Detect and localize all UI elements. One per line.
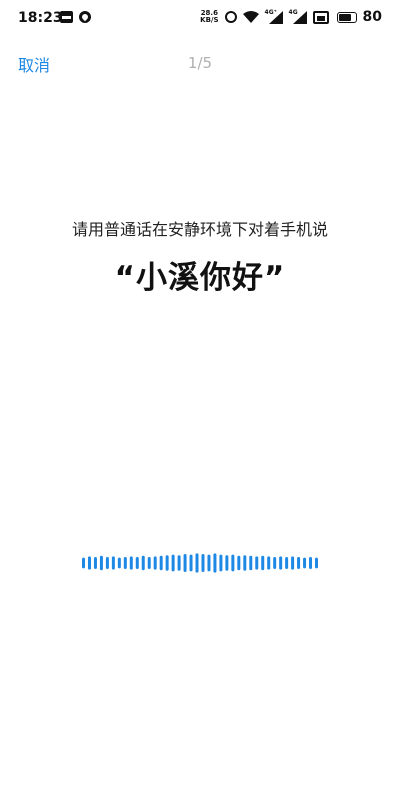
battery-icon: [336, 11, 357, 23]
waveform-bar: [147, 557, 151, 569]
battery-level: 80: [362, 9, 382, 25]
status-time: 18:23: [18, 10, 63, 26]
waveform-bar: [237, 555, 241, 571]
waveform-bar: [105, 557, 109, 569]
waveform-bar: [225, 555, 229, 571]
hd-icon: [312, 10, 329, 24]
waveform-bar: [243, 555, 247, 571]
waveform-bar: [82, 557, 85, 569]
waveform-bar: [171, 554, 175, 572]
wifi-icon: [242, 11, 259, 23]
waveform-bar: [99, 555, 103, 571]
waveform-bar: [117, 557, 121, 569]
waveform-bar: [123, 557, 127, 569]
wake-phrase: “小溪你好”: [114, 260, 286, 296]
waveform-bar: [153, 556, 157, 570]
net-speed: 28.6 KB/S: [200, 10, 218, 24]
waveform-bar: [261, 555, 265, 571]
waveform-bar: [279, 556, 283, 570]
signal-icon: 4G⁺: [264, 9, 283, 24]
waveform-bar: [165, 555, 169, 571]
waveform-bar: [159, 555, 163, 571]
waveform-bar: [219, 554, 223, 572]
signal-tag: 4G: [288, 9, 298, 16]
alarm-icon: [224, 11, 237, 23]
waveform-bar: [231, 554, 235, 572]
waveform-bar: [111, 556, 115, 570]
waveform-bar: [303, 557, 307, 569]
net-speed-unit: KB/S: [200, 16, 219, 24]
waveform-bar: [315, 557, 318, 569]
waveform-svg: [82, 553, 318, 573]
waveform-bar: [273, 557, 277, 569]
waveform-bar: [267, 556, 271, 570]
signal-icon: 4G: [288, 9, 307, 24]
battery-fill: [338, 13, 351, 21]
waveform-bar: [291, 556, 295, 570]
waveform-bar: [309, 557, 313, 569]
waveform-bar: [255, 556, 259, 570]
drop-icon: [79, 11, 91, 23]
waveform-bar: [87, 556, 91, 570]
status-bar: 18:23 28.6 KB/S 4G⁺ 4G 80: [0, 0, 400, 36]
step-indicator: 1/5: [187, 54, 213, 72]
waveform-bar: [207, 554, 211, 572]
waveform-bar: [249, 555, 253, 571]
signal-tag: 4G⁺: [264, 9, 277, 16]
instruction-text: 请用普通话在安静环境下对着手机说: [71, 220, 328, 239]
waveform-bar: [213, 553, 217, 573]
waveform-bar: [141, 555, 145, 571]
waveform-bar: [135, 557, 139, 569]
waveform-bar: [93, 557, 97, 569]
waveform-bar: [129, 556, 133, 570]
waveform-bar: [285, 557, 289, 569]
voice-waveform: [82, 551, 318, 575]
waveform-bar: [201, 554, 205, 572]
waveform-bar: [195, 553, 199, 573]
waveform-bar: [183, 554, 187, 572]
waveform-bar: [297, 557, 301, 569]
waveform-bar: [177, 555, 181, 571]
waveform-bar: [189, 554, 193, 572]
status-left-icons: [60, 11, 91, 23]
sim-icon: [60, 11, 73, 23]
status-right-icons: 28.6 KB/S 4G⁺ 4G 80: [200, 9, 382, 25]
